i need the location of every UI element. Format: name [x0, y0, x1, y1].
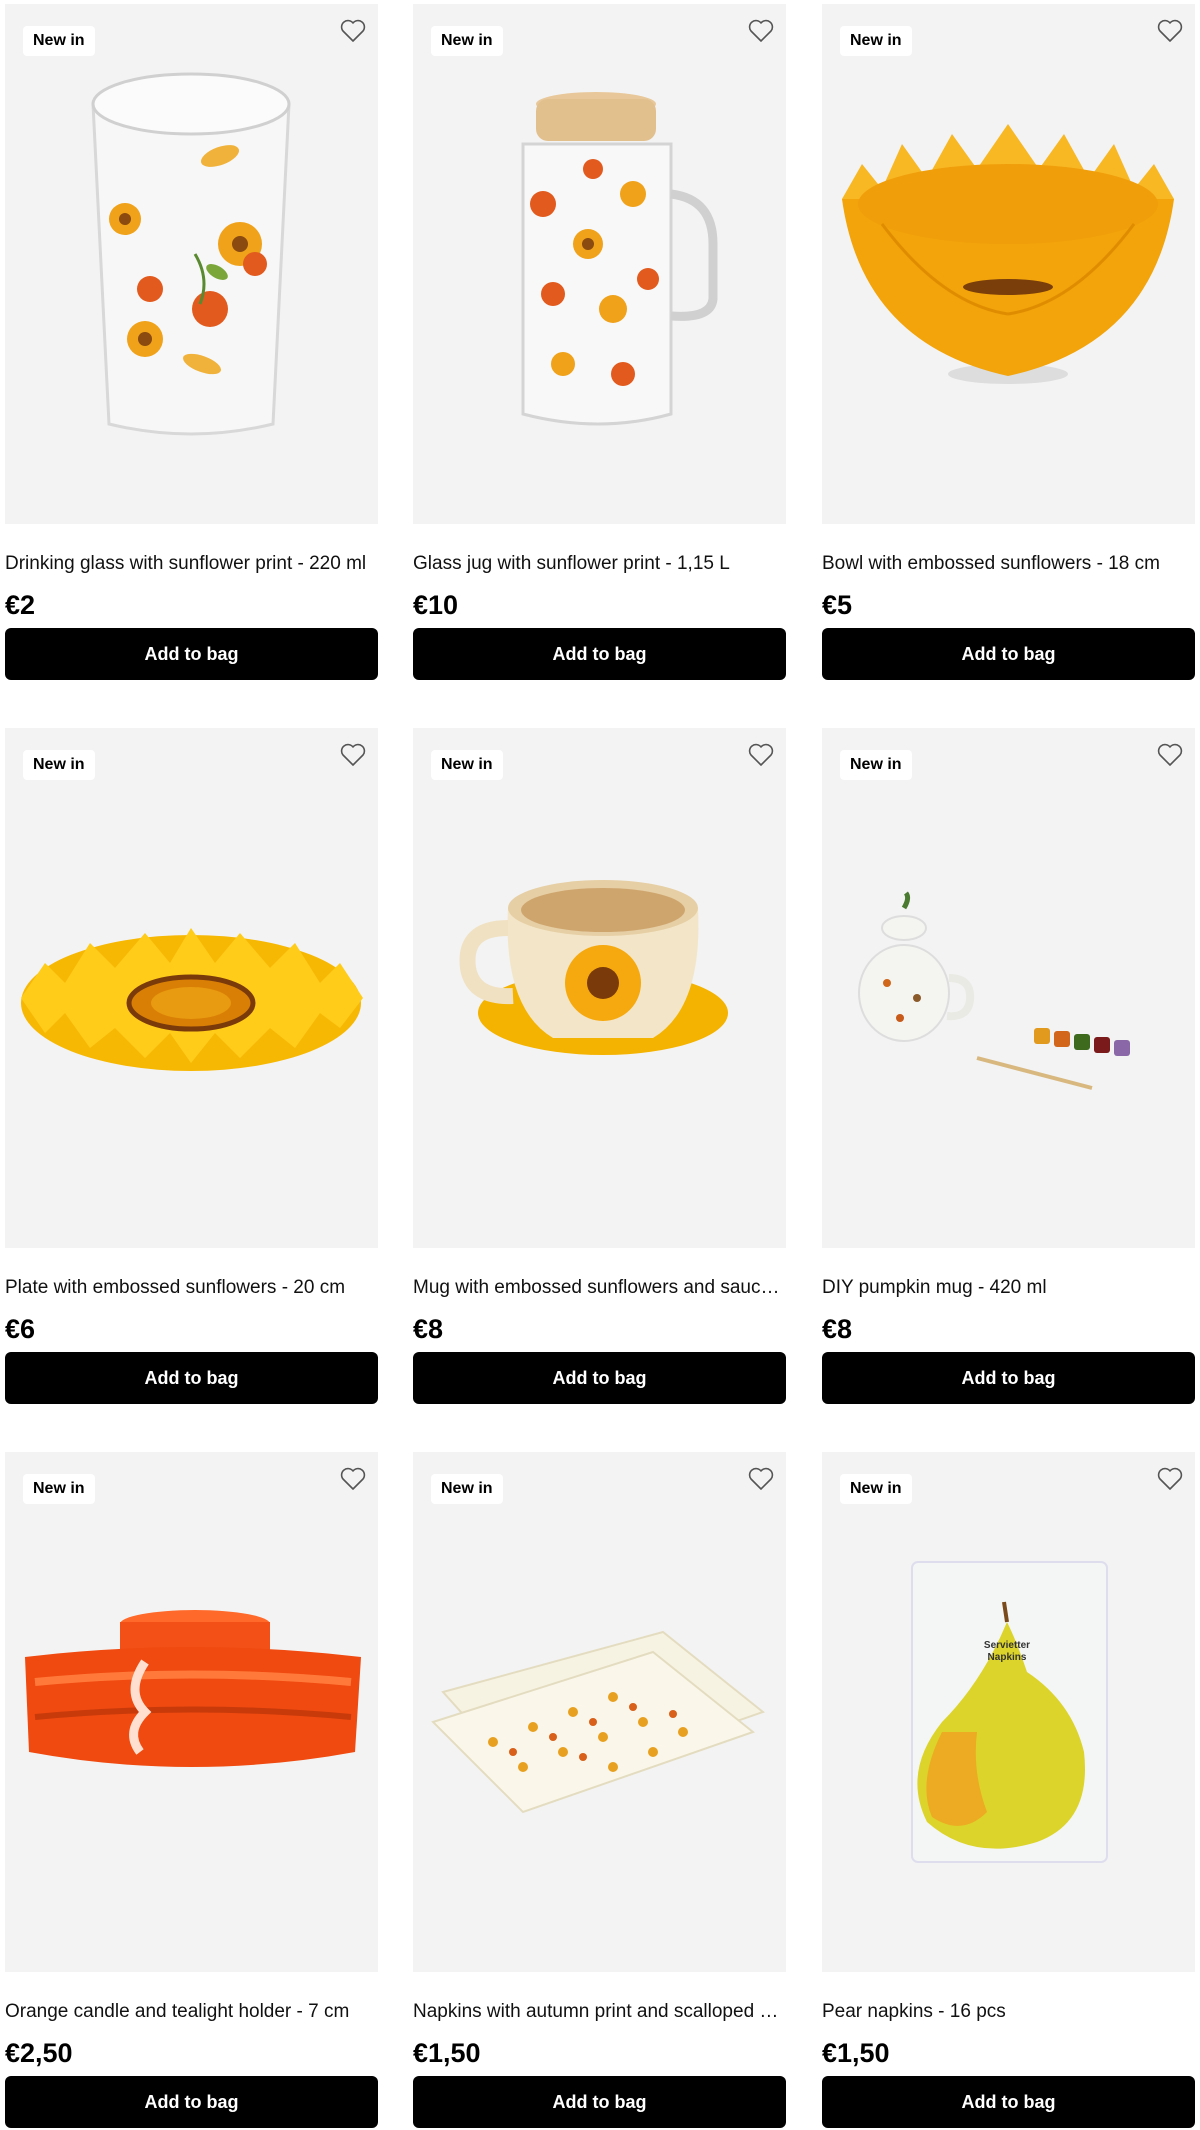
sunflower-plate-image — [21, 928, 363, 1071]
product-image-area[interactable]: New in — [413, 4, 786, 524]
product-price: €8 — [822, 1314, 853, 1344]
product-price: €2,50 — [5, 2038, 73, 2068]
sunflower-mug-image — [459, 880, 728, 1055]
add-to-bag-button[interactable]: Add to bag — [413, 628, 786, 680]
product-card[interactable]: New in Plate with embossed sunflowers - … — [5, 728, 378, 1404]
new-in-badge: New in — [431, 750, 503, 780]
product-price: €6 — [5, 1314, 36, 1344]
new-in-badge: New in — [23, 26, 95, 56]
add-to-bag-button[interactable]: Add to bag — [5, 1352, 378, 1404]
product-image-area[interactable]: New in — [5, 1452, 378, 1972]
product-title[interactable]: Glass jug with sunflower print - 1,15 L — [413, 552, 786, 576]
autumn-napkins-image — [431, 1630, 766, 1814]
new-in-badge: New in — [431, 1474, 503, 1504]
product-card[interactable]: New in Napkins with autumn print and sca… — [413, 1452, 786, 2128]
product-image-area[interactable]: Servietter Napkins New in — [822, 1452, 1195, 1972]
product-card[interactable]: New in Bowl with embossed sunflowers - 1… — [822, 4, 1195, 680]
product-image-area[interactable]: New in — [413, 728, 786, 1248]
product-price: €1,50 — [822, 2038, 890, 2068]
wishlist-heart-icon[interactable] — [746, 740, 776, 770]
add-to-bag-button[interactable]: Add to bag — [5, 628, 378, 680]
add-to-bag-button[interactable]: Add to bag — [822, 1352, 1195, 1404]
product-card[interactable]: New in Mug with embossed sunflowers and … — [413, 728, 786, 1404]
product-title[interactable]: Napkins with autumn print and scalloped … — [413, 2000, 786, 2024]
product-card[interactable]: New in Orange candle and tealight holder… — [5, 1452, 378, 2128]
product-image-area[interactable]: New in — [822, 728, 1195, 1248]
wishlist-heart-icon[interactable] — [746, 16, 776, 46]
product-price: €8 — [413, 1314, 444, 1344]
product-title[interactable]: Orange candle and tealight holder - 7 cm — [5, 2000, 378, 2024]
wishlist-heart-icon[interactable] — [338, 1464, 368, 1494]
add-to-bag-button[interactable]: Add to bag — [413, 2076, 786, 2128]
new-in-badge: New in — [840, 1474, 912, 1504]
product-title[interactable]: Mug with embossed sunflowers and saucer … — [413, 1276, 786, 1300]
sunflower-jug-image — [521, 92, 718, 426]
add-to-bag-button[interactable]: Add to bag — [822, 628, 1195, 680]
sunflower-bowl-image — [842, 124, 1174, 384]
product-price: €1,50 — [413, 2038, 481, 2068]
wishlist-heart-icon[interactable] — [338, 16, 368, 46]
pack-label-line2: Napkins — [988, 1652, 1027, 1663]
pear-napkins-image: Servietter Napkins — [911, 1561, 1108, 1863]
wishlist-heart-icon[interactable] — [1155, 16, 1185, 46]
product-price: €2 — [5, 590, 36, 620]
product-image-area[interactable]: New in — [822, 4, 1195, 524]
product-card[interactable]: New in DIY pumpkin mug - 420 ml €8 Add t… — [822, 728, 1195, 1404]
wishlist-heart-icon[interactable] — [338, 740, 368, 770]
wishlist-heart-icon[interactable] — [746, 1464, 776, 1494]
new-in-badge: New in — [23, 1474, 95, 1504]
product-image-area[interactable]: New in — [5, 728, 378, 1248]
add-to-bag-button[interactable]: Add to bag — [413, 1352, 786, 1404]
add-to-bag-button[interactable]: Add to bag — [5, 2076, 378, 2128]
product-price: €10 — [413, 590, 459, 620]
new-in-badge: New in — [23, 750, 95, 780]
product-card[interactable]: New in Drinking glass with sunflower pri… — [5, 4, 378, 680]
wishlist-heart-icon[interactable] — [1155, 740, 1185, 770]
product-title[interactable]: Plate with embossed sunflowers - 20 cm — [5, 1276, 378, 1300]
orange-candle-holder-image — [25, 1610, 361, 1767]
new-in-badge: New in — [840, 750, 912, 780]
product-title[interactable]: Drinking glass with sunflower print - 22… — [5, 552, 378, 576]
pumpkin-mug-kit-image — [858, 891, 1130, 1090]
wishlist-heart-icon[interactable] — [1155, 1464, 1185, 1494]
product-price: €5 — [822, 590, 853, 620]
product-title[interactable]: Bowl with embossed sunflowers - 18 cm — [822, 552, 1195, 576]
product-image-area[interactable]: New in — [413, 1452, 786, 1972]
product-title[interactable]: Pear napkins - 16 pcs — [822, 2000, 1195, 2024]
new-in-badge: New in — [840, 26, 912, 56]
pack-label-line1: Servietter — [984, 1640, 1030, 1651]
product-grid: New in Drinking glass with sunflower pri… — [0, 0, 1200, 2130]
product-image-area[interactable]: New in — [5, 4, 378, 524]
add-to-bag-button[interactable]: Add to bag — [822, 2076, 1195, 2128]
sunflower-glass-image — [91, 72, 291, 436]
new-in-badge: New in — [431, 26, 503, 56]
product-title[interactable]: DIY pumpkin mug - 420 ml — [822, 1276, 1195, 1300]
product-card[interactable]: New in Glass jug with sunflower print - … — [413, 4, 786, 680]
product-card[interactable]: Servietter Napkins New in Pear napkins -… — [822, 1452, 1195, 2128]
